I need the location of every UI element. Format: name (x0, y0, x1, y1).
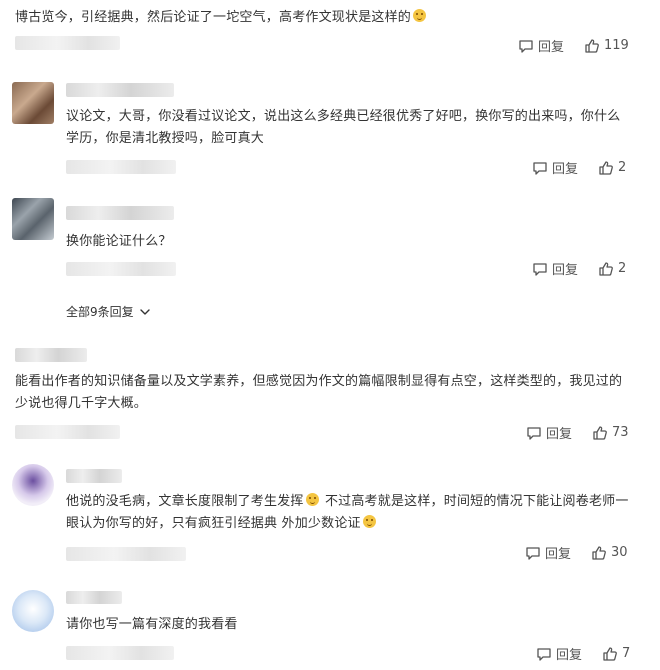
comment-bubble-icon (527, 426, 541, 440)
comment-text: 能看出作者的知识储备量以及文学素养，但感觉因为作文的篇幅限制显得有点空，这样类型… (15, 371, 635, 415)
reply-label: 回复 (552, 162, 579, 177)
like-count: 2 (618, 160, 627, 175)
comment-meta-blurred (66, 547, 186, 561)
comment-bubble-icon (533, 161, 547, 175)
reply-label: 回复 (545, 547, 572, 562)
comment-meta-blurred (66, 262, 176, 276)
like-button[interactable]: 30 (591, 545, 628, 561)
comment-body: 他说的没毛病，文章长度限制了考生发挥 (66, 494, 304, 509)
reply-button[interactable]: 回复 (526, 423, 572, 442)
comment-meta-blurred (15, 425, 120, 439)
reply-button[interactable]: 回复 (518, 36, 564, 55)
comment-meta-blurred (66, 646, 174, 660)
comment-actions: 回复 30 (525, 543, 628, 562)
comment-actions: 回复 73 (526, 423, 629, 442)
chevron-down-icon (139, 308, 150, 315)
comment-body: 博古览今，引经据典，然后论证了一坨空气，高考作文现状是这样的 (15, 10, 412, 25)
comment-body: 换你能论证什么？ (66, 234, 172, 249)
reply-button[interactable]: 回复 (525, 543, 571, 562)
comment-actions: 回复 119 (518, 36, 629, 55)
comment-meta-blurred (66, 160, 176, 174)
like-count: 7 (622, 646, 631, 661)
like-count: 30 (611, 545, 628, 560)
comment-body: 议论文，大哥，你没看过议论文，说出这么多经典已经很优秀了好吧，换你写的出来吗，你… (66, 109, 621, 146)
reply-button[interactable]: 回复 (532, 158, 578, 177)
reply-label: 回复 (538, 40, 565, 55)
comment-meta-blurred (15, 36, 120, 50)
smiley-emoji-icon (413, 9, 427, 22)
reply-label: 回复 (552, 263, 579, 278)
comment-text: 他说的没毛病，文章长度限制了考生发挥 不过高考就是这样，时间短的情况下能让阅卷老… (66, 491, 631, 535)
like-button[interactable]: 2 (598, 160, 626, 176)
comment-body: 请你也写一篇有深度的我看看 (66, 617, 238, 632)
show-all-replies-button[interactable]: 全部9条回复 (66, 303, 152, 320)
username-blurred[interactable] (66, 591, 122, 604)
smiley-emoji-icon (362, 515, 376, 528)
reply-button[interactable]: 回复 (532, 259, 578, 278)
comment-text: 博古览今，引经据典，然后论证了一坨空气，高考作文现状是这样的 (15, 7, 635, 29)
like-count: 2 (618, 261, 627, 276)
thumbs-up-icon (599, 160, 613, 175)
avatar[interactable] (12, 198, 54, 240)
reply-label: 回复 (556, 648, 583, 663)
thumbs-up-icon (593, 425, 607, 440)
like-count: 73 (612, 425, 629, 440)
username-blurred[interactable] (66, 469, 122, 483)
comment-bubble-icon (533, 262, 547, 276)
thumbs-up-icon (603, 646, 617, 661)
comment-bubble-icon (537, 647, 551, 661)
comment-text: 换你能论证什么？ (66, 231, 631, 253)
thumbs-up-icon (599, 261, 613, 276)
comment-actions: 回复 2 (532, 158, 626, 177)
smiley-emoji-icon (305, 493, 319, 506)
reply-button[interactable]: 回复 (536, 644, 582, 663)
comment-actions: 回复 2 (532, 259, 626, 278)
username-blurred[interactable] (66, 83, 174, 97)
avatar[interactable] (12, 82, 54, 124)
like-button[interactable]: 7 (602, 646, 630, 662)
comment-bubble-icon (519, 39, 533, 53)
comment-text: 议论文，大哥，你没看过议论文，说出这么多经典已经很优秀了好吧，换你写的出来吗，你… (66, 106, 631, 150)
like-button[interactable]: 119 (584, 38, 629, 54)
show-all-replies-label: 全部9条回复 (66, 305, 134, 319)
like-button[interactable]: 73 (592, 425, 629, 441)
comment-bubble-icon (526, 546, 540, 560)
comment-text: 请你也写一篇有深度的我看看 (66, 614, 631, 636)
like-button[interactable]: 2 (598, 261, 626, 277)
comment-body: 能看出作者的知识储备量以及文学素养，但感觉因为作文的篇幅限制显得有点空，这样类型… (15, 374, 623, 411)
avatar[interactable] (12, 590, 54, 632)
comment-actions: 回复 7 (536, 644, 630, 663)
username-blurred[interactable] (66, 206, 174, 220)
avatar[interactable] (12, 464, 54, 506)
thumbs-up-icon (585, 38, 599, 53)
like-count: 119 (604, 38, 629, 53)
thumbs-up-icon (592, 545, 606, 560)
reply-label: 回复 (546, 427, 573, 442)
username-blurred[interactable] (15, 348, 87, 362)
